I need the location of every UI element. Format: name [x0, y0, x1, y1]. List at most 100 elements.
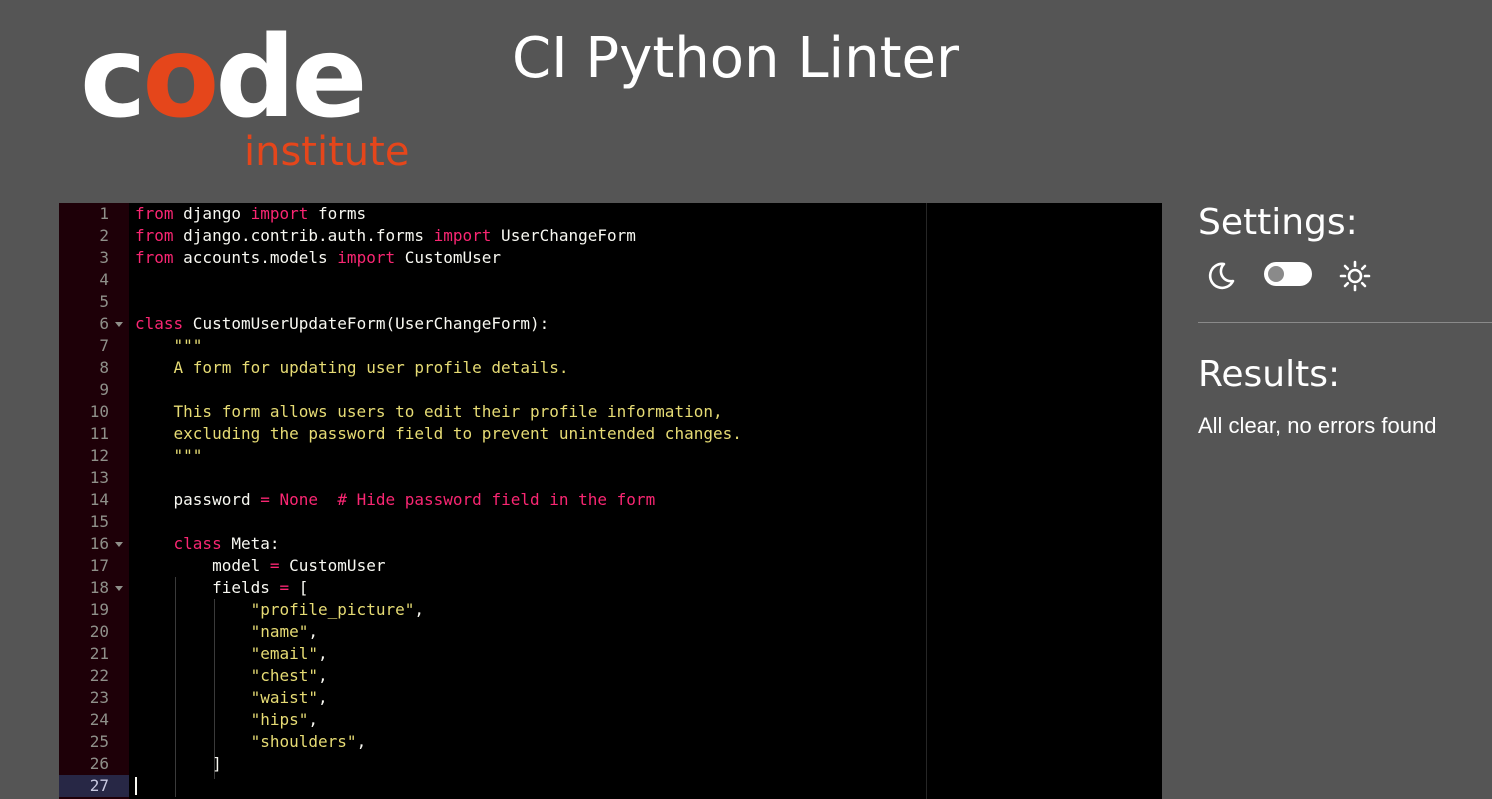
- text-token: accounts.models: [173, 248, 338, 267]
- line-number: 14: [89, 490, 109, 509]
- string-token: """: [135, 446, 203, 465]
- code-institute-logo: code institute: [80, 22, 420, 182]
- code-line: 19 "profile_picture",: [59, 599, 1162, 621]
- code-text: model = CustomUser: [135, 555, 385, 577]
- line-number: 7: [99, 336, 109, 355]
- line-number: 23: [89, 688, 109, 707]
- text-token: ,: [308, 622, 319, 641]
- results-heading: Results:: [1198, 354, 1341, 395]
- keyword-token: from: [135, 248, 174, 267]
- theme-toggle[interactable]: [1264, 262, 1312, 286]
- line-number: 27: [89, 776, 109, 795]
- line-number: 17: [89, 556, 109, 575]
- code-text: class Meta:: [135, 533, 280, 555]
- line-number: 12: [89, 446, 109, 465]
- keyword-token: None: [279, 490, 319, 509]
- line-number: 18: [89, 578, 109, 597]
- text-token: ]: [135, 754, 222, 773]
- code-line: 13: [59, 467, 1162, 489]
- code-text: """: [135, 335, 203, 357]
- code-line: 6 class CustomUserUpdateForm(UserChangeFo…: [59, 313, 1162, 335]
- keyword-token: import: [433, 226, 492, 245]
- line-number: 11: [89, 424, 109, 443]
- code-text: ]: [135, 753, 222, 775]
- code-line: 23 "waist",: [59, 687, 1162, 709]
- text-token: CustomUser: [395, 248, 502, 267]
- code-line: 27: [59, 775, 1162, 797]
- line-number: 13: [89, 468, 109, 487]
- line-number: 5: [99, 292, 109, 311]
- line-number: 24: [89, 710, 109, 729]
- string-token: A form for updating user profile details…: [135, 358, 569, 377]
- line-number: 8: [99, 358, 109, 377]
- line-number: 4: [99, 270, 109, 289]
- code-line: 24 "hips",: [59, 709, 1162, 731]
- fold-arrow-icon[interactable]: [115, 322, 123, 327]
- line-number: 1: [99, 204, 109, 223]
- keyword-token: from: [135, 226, 174, 245]
- code-line: 20 "name",: [59, 621, 1162, 643]
- moon-icon: [1204, 259, 1238, 293]
- code-line: 12 """: [59, 445, 1162, 467]
- text-token: fields: [135, 578, 280, 597]
- text-token: ,: [308, 710, 319, 729]
- string-token: "profile_picture": [250, 600, 415, 619]
- code-line: 4: [59, 269, 1162, 291]
- keyword-token: import: [250, 204, 309, 223]
- string-token: "chest": [250, 666, 319, 685]
- code-text: fields = [: [135, 577, 308, 599]
- text-cursor: [135, 777, 137, 795]
- code-line: 1 from django import forms: [59, 203, 1162, 225]
- fold-arrow-icon[interactable]: [115, 542, 123, 547]
- text-token: model: [135, 556, 270, 575]
- keyword-token: =: [269, 556, 280, 575]
- code-text: from django.contrib.auth.forms import Us…: [135, 225, 636, 247]
- text-token: ,: [356, 732, 367, 751]
- side-panel: Settings: Results: All clear, no errors …: [1198, 195, 1492, 438]
- code-line: 8 A form for updating user profile detai…: [59, 357, 1162, 379]
- string-token: "waist": [250, 688, 319, 707]
- line-number: 10: [89, 402, 109, 421]
- line-number: 22: [89, 666, 109, 685]
- text-token: CustomUser: [279, 556, 386, 575]
- line-number: 3: [99, 248, 109, 267]
- code-text: class CustomUserUpdateForm(UserChangeFor…: [135, 313, 549, 335]
- code-line: 16 class Meta:: [59, 533, 1162, 555]
- panel-divider: [1198, 322, 1492, 323]
- fold-arrow-icon[interactable]: [115, 586, 123, 591]
- text-token: ,: [318, 688, 328, 707]
- theme-settings: [1198, 251, 1492, 311]
- code-text: password = None # Hide password field in…: [135, 489, 656, 511]
- line-number: 19: [89, 600, 109, 619]
- code-editor[interactable]: 1 from django import forms 2 from django.co…: [59, 203, 1162, 799]
- code-text: """: [135, 445, 203, 467]
- comment-token: # Hide password field in the form: [337, 490, 656, 509]
- string-token: This form allows users to edit their pro…: [135, 402, 723, 421]
- code-line: 7 """: [59, 335, 1162, 357]
- code-line: 11 excluding the password field to preve…: [59, 423, 1162, 445]
- code-text: This form allows users to edit their pro…: [135, 401, 723, 423]
- line-number: 2: [99, 226, 109, 245]
- settings-heading: Settings:: [1198, 202, 1358, 243]
- line-number: 16: [89, 534, 109, 553]
- code-line: 21 "email",: [59, 643, 1162, 665]
- keyword-token: from: [135, 204, 174, 223]
- text-token: [: [289, 578, 309, 597]
- keyword-token: class: [173, 534, 222, 553]
- string-token: "shoulders": [250, 732, 357, 751]
- code-line: 3 from accounts.models import CustomUser: [59, 247, 1162, 269]
- text-token: ,: [414, 600, 424, 619]
- code-text: from django import forms: [135, 203, 366, 225]
- code-line: 15: [59, 511, 1162, 533]
- text-token: Meta:: [221, 534, 280, 553]
- code-text: "waist",: [135, 687, 328, 709]
- string-token: "hips": [250, 710, 309, 729]
- text-token: ,: [318, 666, 328, 685]
